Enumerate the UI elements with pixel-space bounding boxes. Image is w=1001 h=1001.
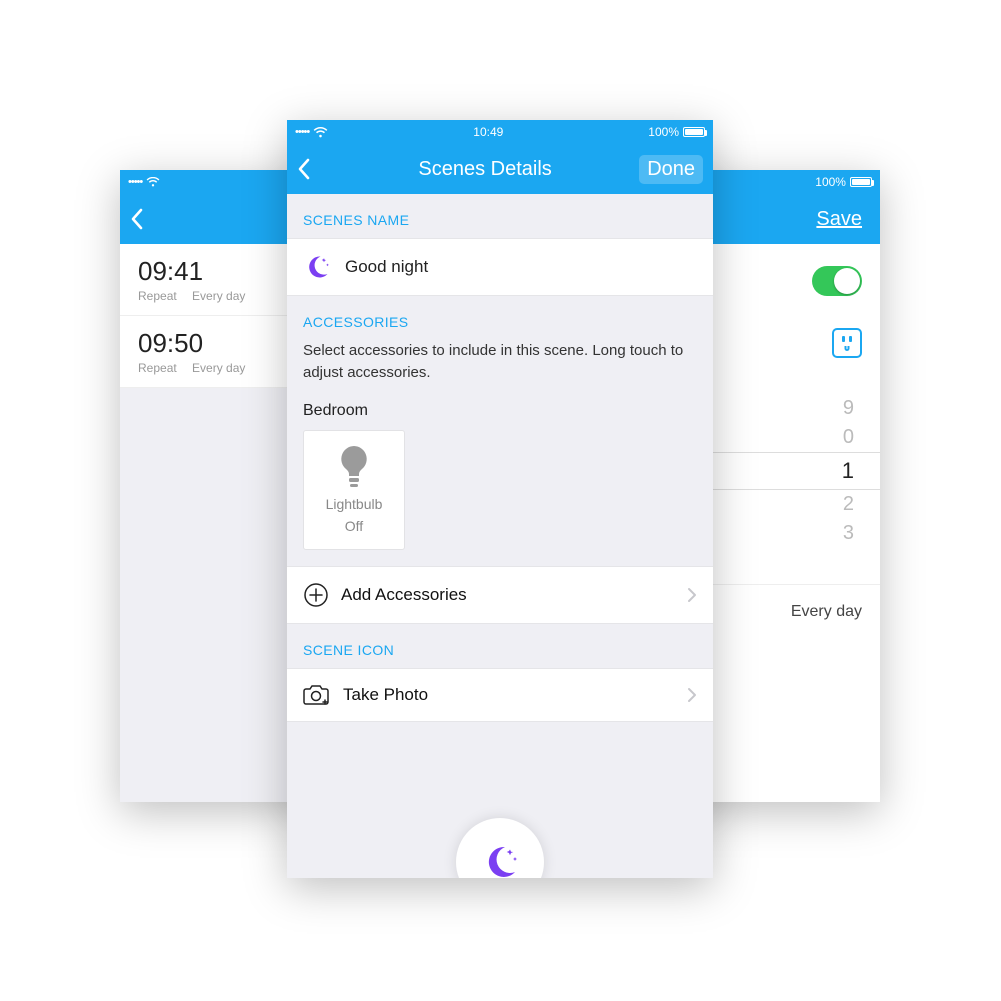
battery-icon [683,127,705,137]
room-label: Bedroom [287,396,713,430]
status-bar: ••••• 10:49 100% [287,120,713,144]
section-header-scenes-name: SCENES NAME [287,194,713,238]
status-battery: 100% [648,125,679,139]
back-button[interactable] [297,158,331,180]
repeat-label: Repeat [138,361,177,375]
scene-name-row[interactable]: Good night [287,238,713,296]
save-button[interactable]: Save [808,205,870,234]
foreground-phone: ••••• 10:49 100% Scenes Details Done SCE… [287,120,713,878]
main-content: SCENES NAME Good night ACCESSORIES Selec… [287,194,713,878]
add-accessories-label: Add Accessories [341,585,467,605]
done-button[interactable]: Done [639,155,703,184]
chevron-right-icon [687,687,697,703]
test-scene-button[interactable] [456,818,544,878]
take-photo-label: Take Photo [343,685,428,705]
chevron-left-icon [130,208,144,230]
chevron-left-icon [297,158,311,180]
plus-circle-icon [303,582,329,608]
battery-icon [850,177,872,187]
nav-title: Scenes Details [331,158,639,181]
lightbulb-icon [337,446,371,490]
accessories-description: Select accessories to include in this sc… [287,340,713,396]
signal-dots-icon: ••••• [295,126,309,138]
section-header-accessories: ACCESSORIES [287,296,713,340]
repeat-value: Every day [192,361,245,375]
moon-icon [480,842,520,878]
accessory-state: Off [345,518,363,534]
outlet-icon [832,328,862,358]
signal-dots-icon: ••••• [128,176,142,188]
section-header-scene-icon: SCENE ICON [287,624,713,668]
accessory-tile-lightbulb[interactable]: Lightbulb Off [303,430,405,550]
scene-name-value: Good night [345,257,428,277]
wifi-icon [313,127,328,138]
repeat-label: Repeat [138,289,177,303]
toggle-switch[interactable] [812,266,862,296]
take-photo-row[interactable]: Take Photo [287,668,713,722]
add-accessories-row[interactable]: Add Accessories [287,566,713,624]
repeat-value: Every day [192,289,245,303]
chevron-right-icon [687,587,697,603]
camera-plus-icon [303,684,331,706]
back-button[interactable] [130,208,164,230]
accessory-name: Lightbulb [326,496,383,512]
status-battery: 100% [815,175,846,189]
status-time: 10:49 [473,125,503,139]
moon-icon [303,253,331,281]
nav-bar: Scenes Details Done [287,144,713,194]
wifi-icon [146,177,160,187]
